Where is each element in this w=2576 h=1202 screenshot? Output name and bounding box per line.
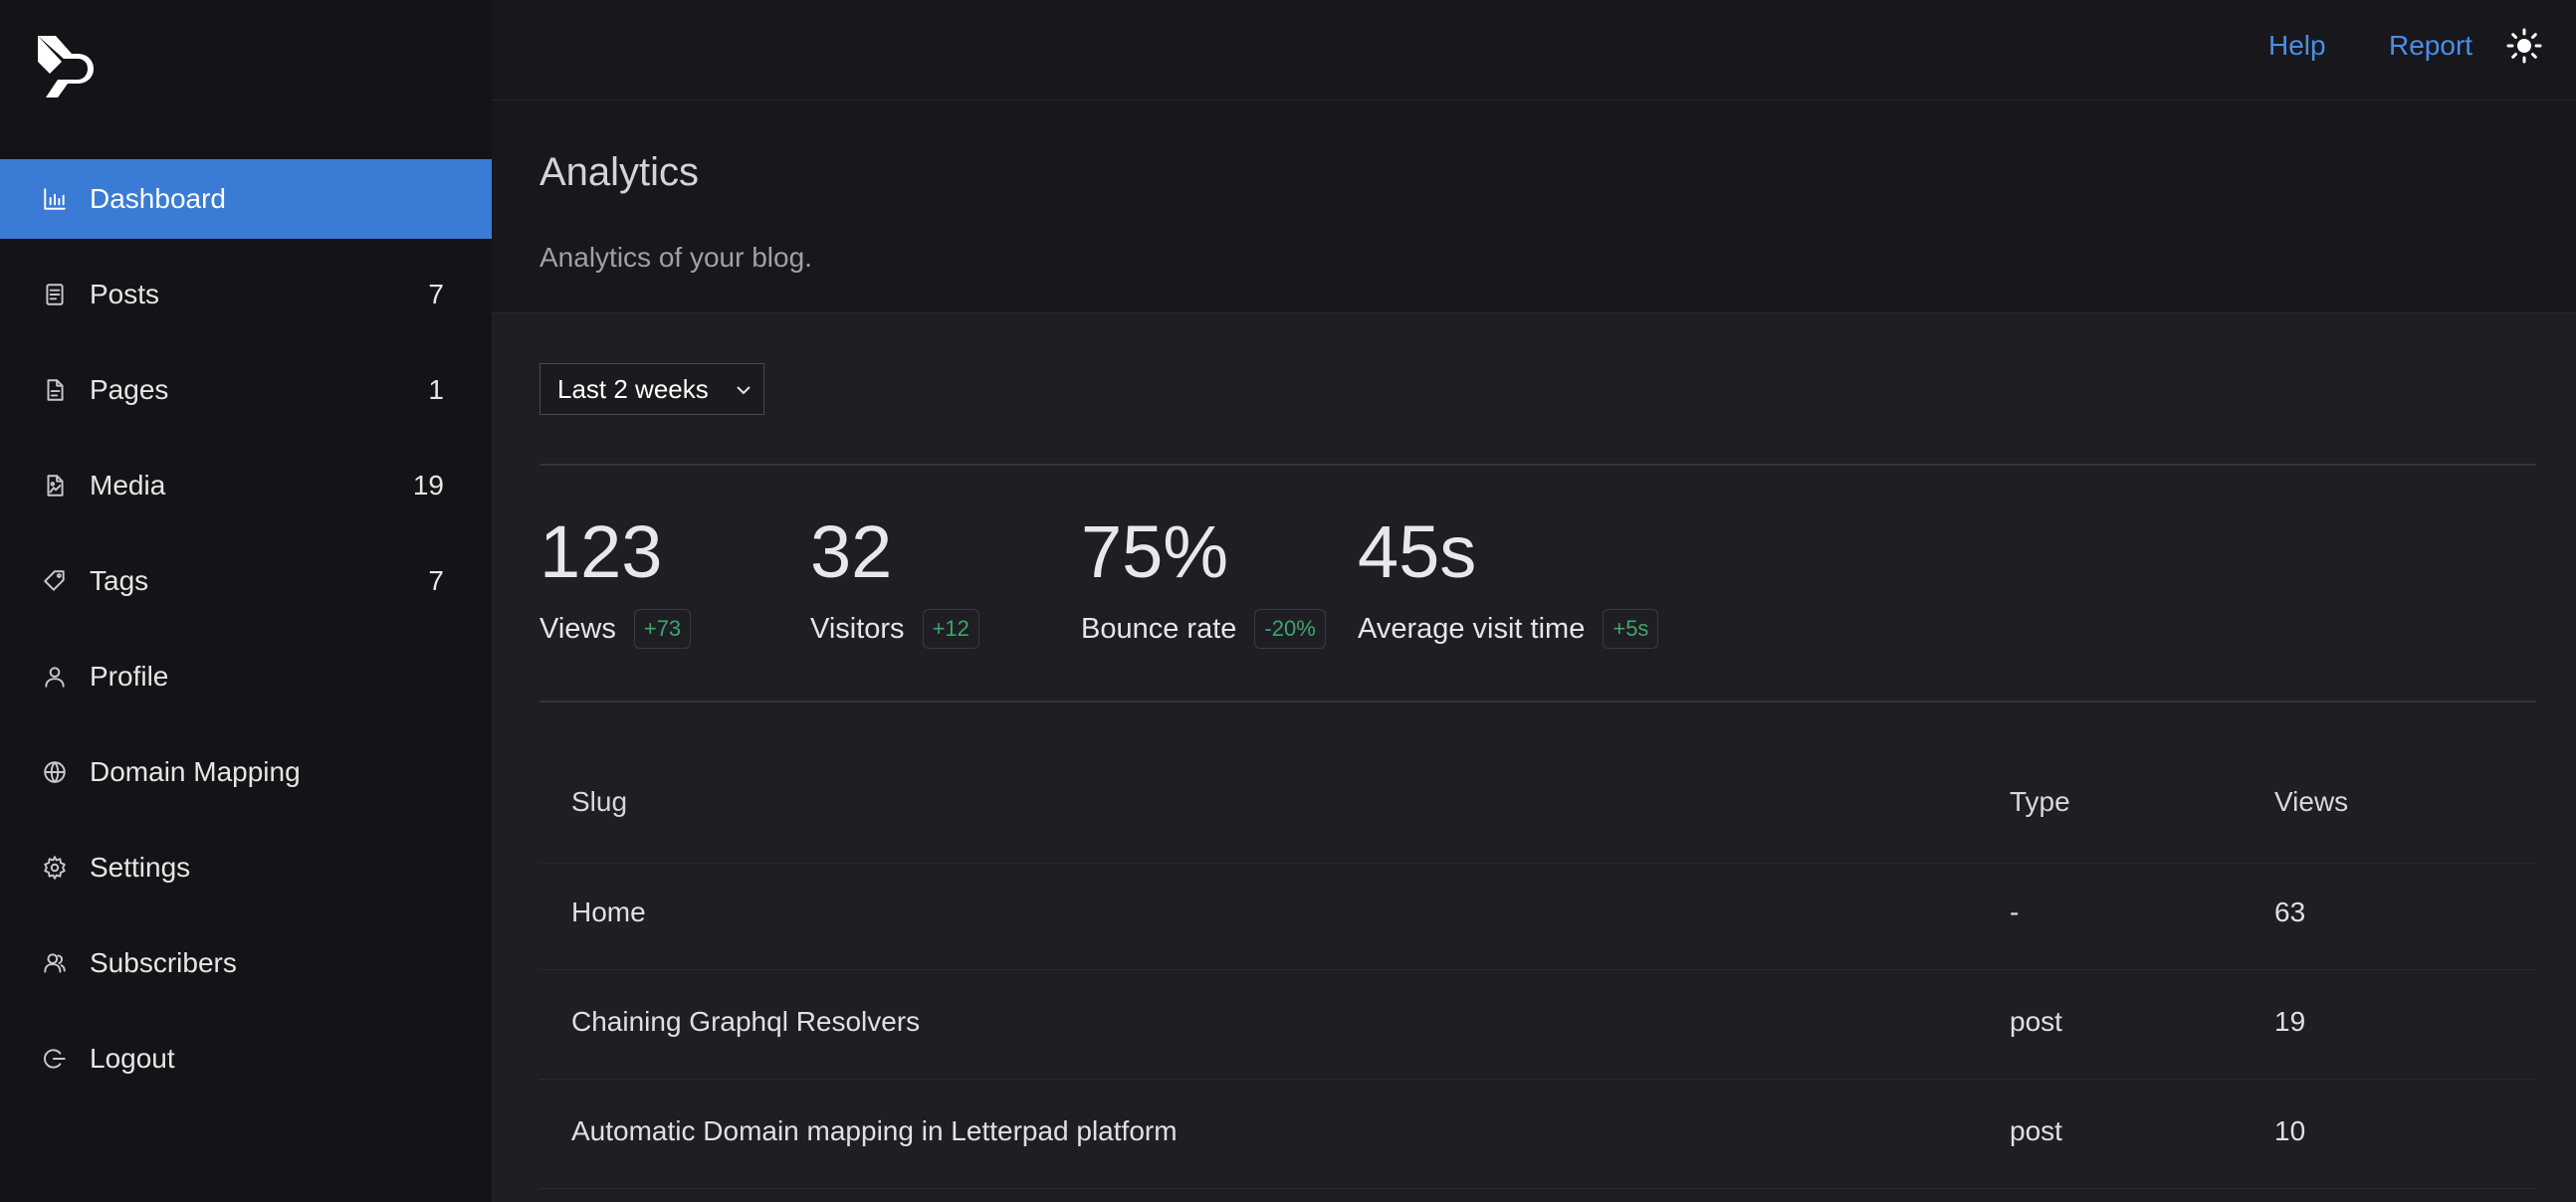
media-count: 19 — [412, 470, 444, 501]
user-icon — [40, 662, 70, 692]
column-header-views: Views — [2274, 786, 2349, 817]
stat-value: 45s — [1358, 510, 1477, 593]
sidebar: Dashboard Posts 7 Pages 1 Media 19 Tags … — [0, 0, 492, 1202]
stat-value: 75% — [1081, 510, 1229, 593]
page-icon — [40, 375, 70, 405]
cell-type: post — [2010, 1115, 2062, 1146]
divider — [539, 464, 2536, 466]
sidebar-item-label: Pages — [90, 374, 169, 405]
stat-value: 123 — [539, 510, 663, 593]
column-header-slug: Slug — [571, 786, 628, 817]
sidebar-item-pages[interactable]: Pages 1 — [0, 350, 492, 430]
sidebar-item-label: Media — [90, 470, 166, 501]
cell-slug: Home — [571, 897, 646, 927]
cell-views: 63 — [2274, 897, 2306, 927]
stat-change-badge: +5s — [1603, 609, 1659, 649]
help-link[interactable]: Help — [2268, 30, 2326, 62]
stat-value: 32 — [810, 510, 893, 593]
stat-change-badge: -20% — [1254, 609, 1326, 649]
posts-icon — [40, 280, 70, 309]
table-row[interactable]: Chaining Graphql Resolvers post 19 — [539, 970, 2536, 1080]
stat-average-visit-time: 45s Average visit time +5s — [1358, 507, 1659, 649]
table-row[interactable]: Automatic Domain mapping in Letterpad pl… — [539, 1080, 2536, 1189]
sidebar-item-label: Subscribers — [90, 947, 237, 978]
tag-icon — [40, 566, 70, 596]
cell-views: 10 — [2274, 1115, 2306, 1146]
topbar — [492, 0, 2576, 100]
chevron-down-icon — [737, 386, 751, 395]
tags-count: 7 — [428, 565, 444, 596]
page-header: Analytics Analytics of your blog. — [492, 100, 2576, 313]
globe-icon — [40, 757, 70, 787]
sidebar-item-posts[interactable]: Posts 7 — [0, 255, 492, 334]
sidebar-item-profile[interactable]: Profile — [0, 637, 492, 716]
table-header-row: Slug Type Views — [539, 754, 2536, 864]
stat-views: 123 Views +73 — [539, 507, 692, 649]
stat-label: Visitors — [810, 612, 905, 645]
sidebar-item-media[interactable]: Media 19 — [0, 446, 492, 525]
sidebar-item-tags[interactable]: Tags 7 — [0, 541, 492, 621]
gear-icon — [40, 853, 70, 883]
cell-type: - — [2010, 897, 2020, 927]
media-icon — [40, 471, 70, 501]
cell-slug: Chaining Graphql Resolvers — [571, 1006, 921, 1037]
page-subtitle: Analytics of your blog. — [539, 242, 812, 273]
sidebar-item-settings[interactable]: Settings — [0, 828, 492, 907]
subscribers-icon — [40, 948, 70, 978]
column-header-type: Type — [2010, 786, 2070, 817]
report-link[interactable]: Report — [2389, 30, 2472, 62]
cell-views: 19 — [2274, 1006, 2306, 1037]
sidebar-item-domain-mapping[interactable]: Domain Mapping — [0, 732, 492, 812]
stat-label: Average visit time — [1358, 612, 1586, 645]
sidebar-item-label: Tags — [90, 565, 149, 596]
sun-icon[interactable] — [2506, 28, 2542, 64]
divider — [539, 701, 2536, 702]
pages-count: 1 — [428, 374, 444, 405]
sidebar-item-label: Domain Mapping — [90, 756, 301, 787]
sidebar-item-subscribers[interactable]: Subscribers — [0, 923, 492, 1003]
date-range-select[interactable]: Last 2 weeks — [539, 363, 764, 415]
letterpad-logo[interactable] — [34, 32, 98, 101]
posts-count: 7 — [428, 279, 444, 309]
stat-label: Bounce rate — [1081, 612, 1237, 645]
chart-icon — [40, 184, 70, 214]
stat-bounce-rate: 75% Bounce rate -20% — [1081, 507, 1326, 649]
sidebar-item-label: Logout — [90, 1043, 175, 1074]
table-row[interactable]: Home - 63 — [539, 861, 2536, 970]
sidebar-item-label: Dashboard — [90, 183, 226, 214]
page-title: Analytics — [539, 150, 700, 194]
logout-icon — [40, 1044, 70, 1074]
sidebar-item-dashboard[interactable]: Dashboard — [0, 159, 492, 239]
sidebar-item-logout[interactable]: Logout — [0, 1019, 492, 1099]
sidebar-item-label: Settings — [90, 852, 191, 883]
date-range-value: Last 2 weeks — [557, 373, 709, 404]
stat-change-badge: +12 — [922, 609, 979, 649]
sidebar-item-label: Posts — [90, 279, 160, 309]
cell-type: post — [2010, 1006, 2062, 1037]
stat-change-badge: +73 — [633, 609, 692, 649]
sidebar-item-label: Profile — [90, 661, 169, 692]
cell-slug: Automatic Domain mapping in Letterpad pl… — [571, 1115, 1178, 1146]
stat-visitors: 32 Visitors +12 — [810, 507, 979, 649]
stat-label: Views — [539, 612, 616, 645]
